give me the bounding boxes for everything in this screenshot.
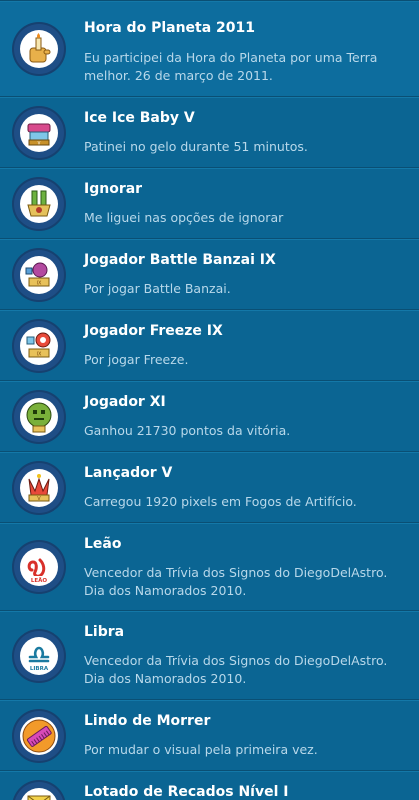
ignore-badge-icon	[14, 179, 64, 229]
achievement-description: Me liguei nas opções de ignorar	[84, 210, 284, 225]
achievement-item[interactable]: V Lançador V Carregou 1920 pixels em Fog…	[0, 451, 419, 522]
achievement-item[interactable]: V Ice Ice Baby V Patinei no gelo durante…	[0, 96, 419, 167]
achievement-item[interactable]: Lotado de Recados Nível I	[0, 770, 419, 800]
libra-sign-badge-icon: LIBRA	[14, 631, 64, 681]
achievement-item[interactable]: Ignorar Me liguei nas opções de ignorar	[0, 167, 419, 238]
svg-text:IX: IX	[37, 281, 42, 287]
achievements-list: Hora do Planeta 2011 Eu participei da Ho…	[0, 0, 419, 800]
achievement-description: Carregou 1920 pixels em Fogos de Artifíc…	[84, 494, 357, 509]
achievement-title: Lançador V	[84, 465, 173, 481]
svg-text:V: V	[38, 141, 41, 146]
achievement-description: Por jogar Freeze.	[84, 352, 189, 367]
achievement-item[interactable]: IX Jogador Battle Banzai IX Por jogar Ba…	[0, 238, 419, 309]
achievement-title: Lindo de Morrer	[84, 713, 211, 729]
leo-sign-badge-icon: LEÃO	[14, 542, 64, 592]
svg-text:V: V	[37, 496, 41, 502]
achievement-title: Ice Ice Baby V	[84, 110, 195, 126]
achievement-item[interactable]: IX Jogador Freeze IX Por jogar Freeze.	[0, 309, 419, 380]
achievement-title: Leão	[84, 536, 122, 552]
messages-badge-icon	[14, 782, 64, 800]
achievement-title: Jogador Battle Banzai IX	[84, 252, 276, 268]
achievement-item[interactable]: Lindo de Morrer Por mudar o visual pela …	[0, 699, 419, 770]
svg-text:IX: IX	[37, 352, 42, 358]
achievement-item[interactable]: LIBRA Libra Vencedor da Trívia dos Signo…	[0, 610, 419, 699]
achievement-description: Vencedor da Trívia dos Signos do DiegoDe…	[84, 565, 388, 598]
achievement-description: Eu participei da Hora do Planeta por uma…	[84, 50, 378, 83]
achievement-item[interactable]: Hora do Planeta 2011 Eu participei da Ho…	[0, 0, 419, 96]
achievement-description: Ganhou 21730 pontos da vitória.	[84, 423, 291, 438]
achievement-title: Libra	[84, 624, 125, 640]
hand-candle-badge-icon	[14, 24, 64, 74]
achievement-item[interactable]: Jogador XI Ganhou 21730 pontos da vitóri…	[0, 380, 419, 451]
achievement-item[interactable]: LEÃO Leão Vencedor da Trívia dos Signos …	[0, 522, 419, 610]
achievement-title: Jogador XI	[84, 394, 166, 410]
player-badge-icon	[14, 392, 64, 442]
achievement-title: Hora do Planeta 2011	[84, 20, 256, 36]
freeze-badge-icon: IX	[14, 321, 64, 371]
comb-badge-icon	[14, 711, 64, 761]
battle-banzai-badge-icon: IX	[14, 250, 64, 300]
achievement-title: Lotado de Recados Nível I	[84, 784, 289, 800]
achievement-description: Por jogar Battle Banzai.	[84, 281, 231, 296]
achievement-title: Ignorar	[84, 181, 143, 197]
badge-caption: LIBRA	[30, 666, 49, 672]
achievement-title: Jogador Freeze IX	[84, 323, 223, 339]
fireworks-badge-icon: V	[14, 463, 64, 513]
ice-skating-badge-icon: V	[14, 108, 64, 158]
achievement-description: Vencedor da Trívia dos Signos do DiegoDe…	[84, 653, 388, 686]
badge-caption: LEÃO	[31, 577, 48, 584]
achievement-description: Por mudar o visual pela primeira vez.	[84, 742, 318, 757]
achievement-description: Patinei no gelo durante 51 minutos.	[84, 139, 308, 154]
